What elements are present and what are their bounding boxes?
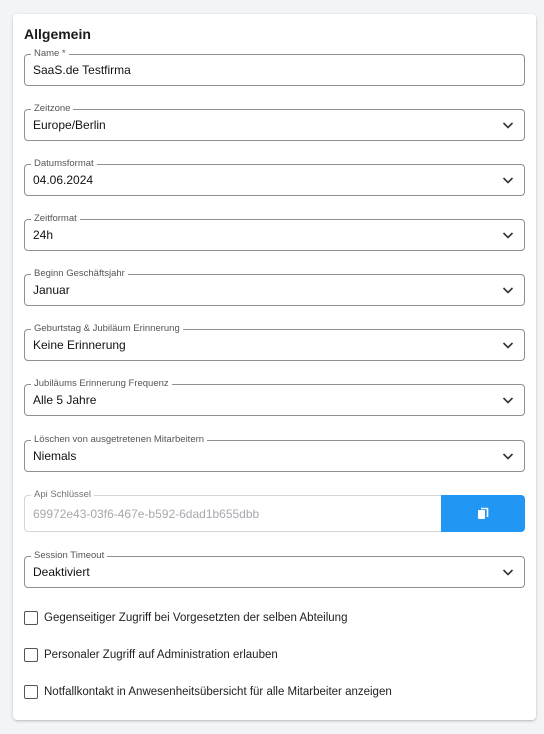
delete-former-employees-select[interactable]: Löschen von ausgetretenen Mitarbeitern N… — [24, 434, 525, 472]
anniversary-frequency-select[interactable]: Jubiläums Erinnerung Frequenz Alle 5 Jah… — [24, 378, 525, 416]
checkbox-label: Personaler Zugriff auf Administration er… — [44, 649, 278, 661]
timezone-select[interactable]: Zeitzone Europe/Berlin — [24, 103, 525, 141]
fiscal-year-value: Januar — [33, 283, 70, 297]
chevron-down-icon[interactable] — [502, 230, 514, 240]
chevron-down-icon[interactable] — [502, 395, 514, 405]
settings-card: Allgemein Name * SaaS.de Testfirma Zeitz… — [13, 14, 536, 720]
chevron-down-icon[interactable] — [502, 120, 514, 130]
birthday-reminder-select[interactable]: Geburtstag & Jubiläum Erinnerung Keine E… — [24, 323, 525, 361]
birthday-reminder-label: Geburtstag & Jubiläum Erinnerung — [31, 323, 183, 334]
chevron-down-icon[interactable] — [502, 340, 514, 350]
section-title: Allgemein — [24, 26, 91, 42]
checkbox-mutual-access[interactable]: Gegenseitiger Zugriff bei Vorgesetzten d… — [24, 610, 347, 626]
delete-former-employees-value: Niemals — [33, 449, 77, 463]
timezone-label: Zeitzone — [31, 103, 74, 114]
time-format-value: 24h — [33, 228, 54, 242]
fiscal-year-select[interactable]: Beginn Geschäftsjahr Januar — [24, 268, 525, 306]
chevron-down-icon[interactable] — [502, 175, 514, 185]
checkbox-box[interactable] — [24, 685, 38, 699]
copy-api-key-button[interactable] — [441, 495, 525, 532]
birthday-reminder-value: Keine Erinnerung — [33, 338, 126, 352]
api-key-label: Api Schlüssel — [31, 489, 95, 500]
checkbox-label: Gegenseitiger Zugriff bei Vorgesetzten d… — [44, 612, 348, 624]
fiscal-year-label: Beginn Geschäftsjahr — [31, 268, 128, 279]
session-timeout-select[interactable]: Session Timeout Deaktiviert — [24, 550, 525, 588]
chevron-down-icon[interactable] — [502, 567, 514, 577]
checkbox-label: Notfallkontakt in Anwesenheitsübersicht … — [44, 686, 392, 698]
checkbox-hr-admin-access[interactable]: Personaler Zugriff auf Administration er… — [24, 647, 278, 663]
chevron-down-icon[interactable] — [502, 285, 514, 295]
checkbox-emergency-contact[interactable]: Notfallkontakt in Anwesenheitsübersicht … — [24, 684, 392, 700]
chevron-down-icon[interactable] — [502, 451, 514, 461]
session-timeout-value: Deaktiviert — [33, 565, 90, 579]
api-key-value: 69972e43-03f6-467e-b592-6dad1b655dbb — [33, 507, 260, 521]
name-field[interactable]: Name * SaaS.de Testfirma — [24, 48, 525, 86]
time-format-box[interactable] — [24, 219, 525, 251]
date-format-select[interactable]: Datumsformat 04.06.2024 — [24, 158, 525, 196]
checkbox-box[interactable] — [24, 648, 38, 662]
session-timeout-label: Session Timeout — [31, 550, 108, 561]
time-format-select[interactable]: Zeitformat 24h — [24, 213, 525, 251]
time-format-label: Zeitformat — [31, 213, 80, 224]
api-key-field: Api Schlüssel 69972e43-03f6-467e-b592-6d… — [24, 489, 525, 532]
name-value: SaaS.de Testfirma — [33, 63, 131, 77]
checkbox-box[interactable] — [24, 611, 38, 625]
anniversary-frequency-value: Alle 5 Jahre — [33, 393, 97, 407]
date-format-value: 04.06.2024 — [33, 173, 94, 187]
anniversary-frequency-label: Jubiläums Erinnerung Frequenz — [31, 378, 172, 389]
delete-former-employees-label: Löschen von ausgetretenen Mitarbeitern — [31, 434, 208, 445]
timezone-value: Europe/Berlin — [33, 118, 106, 132]
copy-icon — [478, 507, 489, 519]
date-format-box[interactable] — [24, 164, 525, 196]
date-format-label: Datumsformat — [31, 158, 97, 169]
name-label: Name * — [31, 48, 69, 59]
